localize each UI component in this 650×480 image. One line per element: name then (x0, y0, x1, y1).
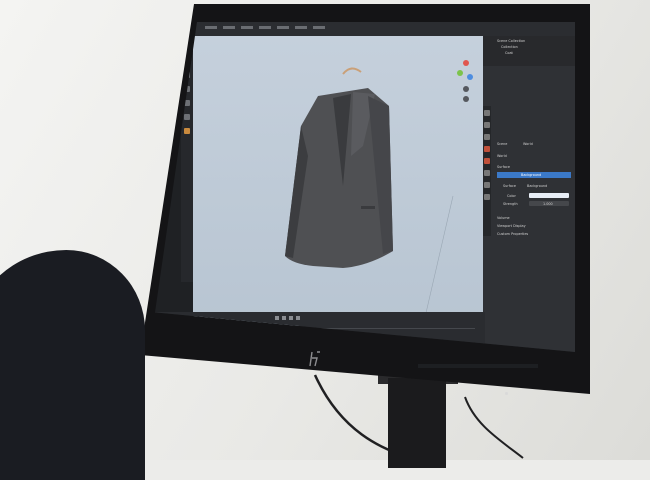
color-label: Color (507, 194, 516, 198)
navigation-gizmo[interactable] (455, 60, 477, 110)
render-tab-icon[interactable] (484, 110, 490, 116)
world-tab-icon[interactable] (484, 158, 490, 164)
outliner-item[interactable]: Coat (505, 51, 513, 55)
menu-item[interactable] (295, 26, 307, 29)
strength-value: 1.000 (543, 202, 553, 206)
power-led (505, 392, 508, 395)
material-tab-icon[interactable] (484, 194, 490, 200)
section-surface[interactable]: Surface (497, 165, 510, 169)
outliner-item[interactable]: Collection (501, 45, 518, 49)
jump-end-icon[interactable] (296, 316, 300, 320)
video-cable (455, 395, 525, 460)
surface-label: Surface (503, 184, 516, 188)
view-layer-tab-icon[interactable] (484, 134, 490, 140)
tab-scene[interactable]: Scene (497, 142, 507, 146)
blender-topbar (155, 22, 575, 36)
world-name[interactable]: World (497, 154, 507, 158)
play-icon[interactable] (289, 316, 293, 320)
color-field[interactable] (529, 193, 569, 198)
play-reverse-icon[interactable] (282, 316, 286, 320)
menu-item[interactable] (277, 26, 289, 29)
top-menu (205, 26, 325, 29)
modifier-tab-icon[interactable] (484, 182, 490, 188)
jacket-render (285, 67, 454, 326)
properties-panel: Scene World World Surface Background Sur… (483, 66, 575, 352)
monitor-stand (388, 378, 446, 468)
jump-start-icon[interactable] (275, 316, 279, 320)
person-shoulder (0, 250, 145, 480)
tab-world[interactable]: World (523, 142, 533, 146)
section-custom-properties[interactable]: Custom Properties (497, 232, 528, 236)
properties-tabs (483, 106, 491, 236)
scene-tab-icon[interactable] (484, 146, 490, 152)
surface-value[interactable]: Background (527, 184, 547, 188)
scale-tool-icon[interactable] (184, 114, 190, 120)
output-tab-icon[interactable] (484, 122, 490, 128)
hp-logo (308, 350, 322, 368)
outliner-item[interactable]: Scene Collection (497, 39, 525, 43)
section-volume[interactable]: Volume (497, 216, 510, 220)
menu-item[interactable] (205, 26, 217, 29)
monitor-screen: Scene Collection Collection Coat Scene W… (155, 22, 575, 352)
menu-item[interactable] (259, 26, 271, 29)
menu-item[interactable] (223, 26, 235, 29)
surface-shader-label: Background (521, 173, 542, 177)
section-viewport-display[interactable]: Viewport Display (497, 224, 526, 228)
3d-viewport[interactable] (193, 36, 483, 326)
playback-controls (275, 316, 300, 320)
menu-item[interactable] (241, 26, 253, 29)
strength-label: Strength (503, 202, 518, 206)
outliner-panel: Scene Collection Collection Coat (483, 36, 575, 66)
menu-item[interactable] (313, 26, 325, 29)
transform-tool-icon[interactable] (184, 128, 190, 134)
object-tab-icon[interactable] (484, 170, 490, 176)
status-bar (418, 364, 538, 368)
